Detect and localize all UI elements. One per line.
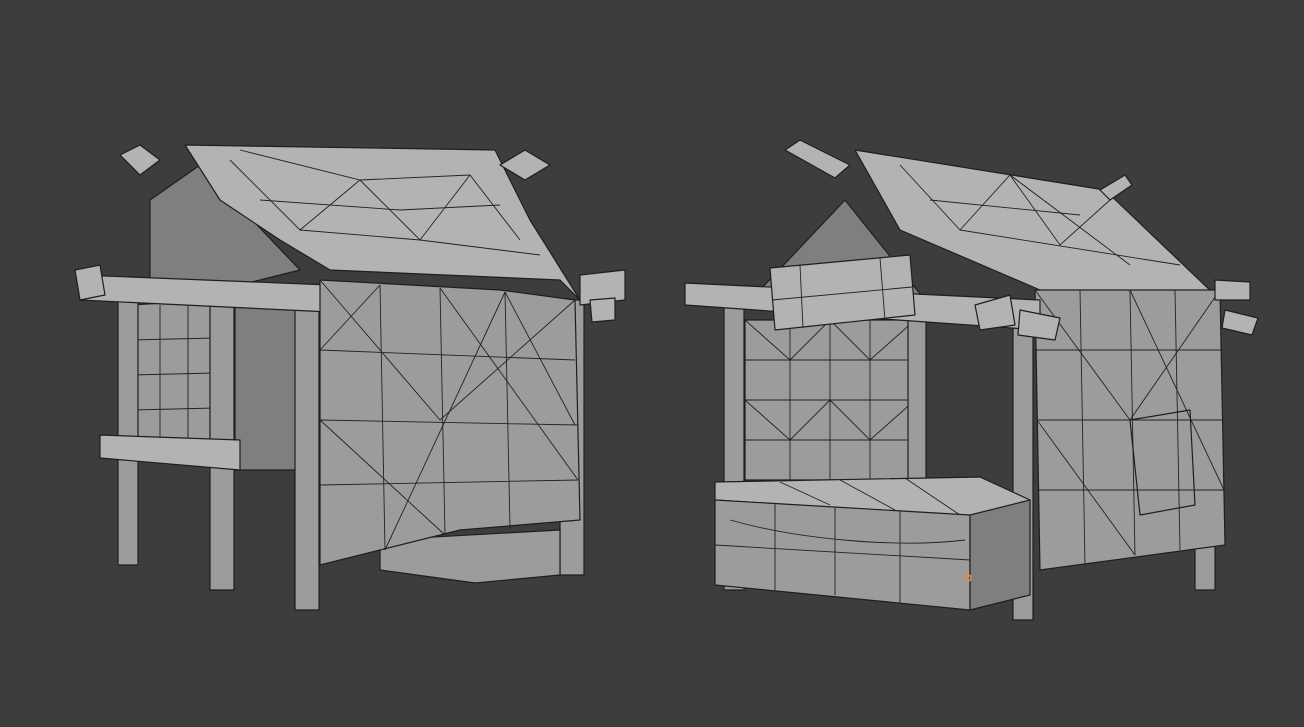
counter-front bbox=[714, 499, 971, 611]
market-stall-right[interactable] bbox=[684, 139, 1259, 621]
back-wall-mesh bbox=[234, 299, 301, 471]
market-stall-left[interactable] bbox=[74, 144, 626, 611]
beam-end bbox=[74, 264, 106, 301]
post bbox=[907, 299, 927, 481]
side-cloth-panel bbox=[129, 299, 216, 446]
beam-end bbox=[1214, 279, 1251, 301]
post bbox=[117, 299, 139, 566]
cloth-wall bbox=[1034, 289, 1226, 571]
beam-end bbox=[119, 144, 161, 176]
3d-viewport[interactable] bbox=[0, 0, 1304, 727]
beam-end bbox=[589, 297, 616, 323]
counter-side bbox=[969, 499, 1031, 611]
beam-end bbox=[1221, 309, 1259, 336]
post bbox=[294, 299, 320, 611]
beam-end bbox=[784, 139, 851, 179]
